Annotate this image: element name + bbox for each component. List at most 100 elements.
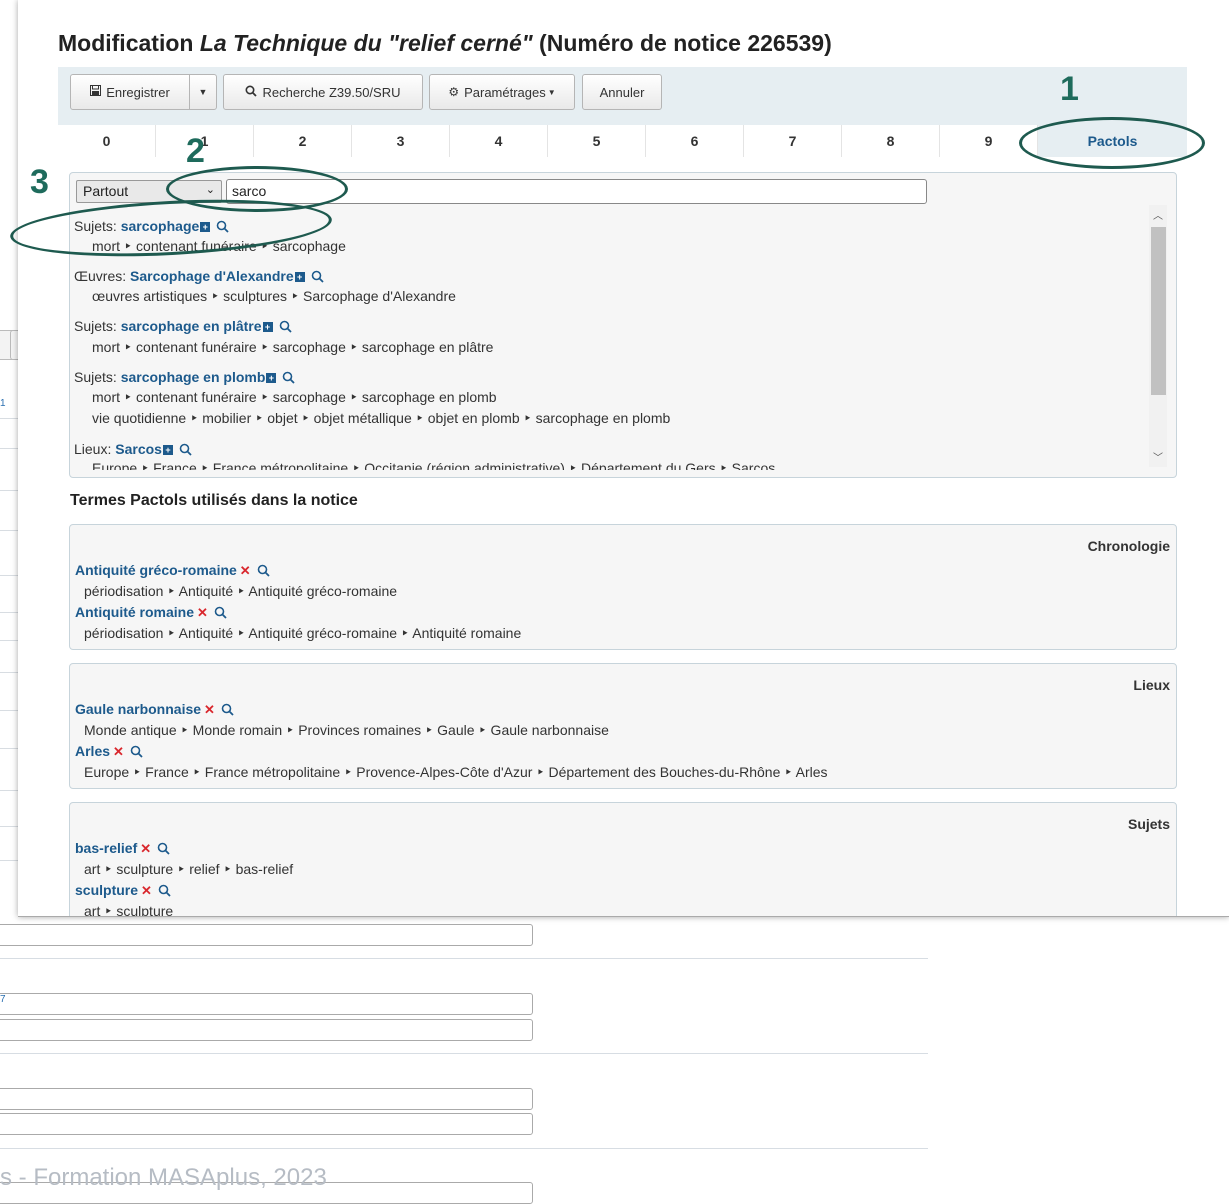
scroll-thumb[interactable] — [1151, 227, 1166, 395]
group-chronologie: Chronologie Antiquité gréco-romaine ✕ pér… — [69, 524, 1177, 650]
result-path: œuvres artistiques ‣ sculptures ‣ Sarcop… — [92, 288, 456, 304]
save-dropdown-toggle[interactable]: ▼ — [189, 74, 217, 110]
search-icon[interactable] — [158, 882, 171, 902]
result-term[interactable]: sarcophage en plâtre — [121, 318, 262, 334]
settings-label: Paramétrages — [464, 84, 546, 100]
title-suffix: (Numéro de notice 226539) — [532, 30, 832, 56]
result-item[interactable]: Sujets: sarcophage en plomb + — [74, 367, 296, 389]
caret-down-icon: ▼ — [198, 87, 208, 97]
search-icon[interactable] — [282, 369, 296, 389]
remove-icon[interactable]: ✕ — [197, 605, 208, 620]
annotation-number-1: 1 — [1060, 70, 1079, 108]
background-tab-fragment[interactable]: 1 — [0, 398, 6, 409]
tab-3[interactable]: 3 — [352, 125, 450, 157]
used-term[interactable]: Arles ✕ — [75, 741, 143, 763]
used-term[interactable]: sculpture ✕ — [75, 880, 171, 902]
group-label: Lieux — [1133, 677, 1170, 693]
result-path: Europe ‣ France ‣ France métropolitaine … — [92, 460, 776, 470]
remove-icon[interactable]: ✕ — [141, 883, 152, 898]
background-divider — [0, 748, 18, 749]
caret-down-icon: ▼ — [547, 87, 556, 97]
search-icon[interactable] — [221, 701, 234, 721]
add-icon[interactable]: + — [262, 322, 273, 332]
background-mark: 7 — [0, 994, 6, 1005]
used-term-label[interactable]: Gaule narbonnaise — [75, 701, 201, 717]
tab-8[interactable]: 8 — [842, 125, 940, 157]
used-term-path: Monde antique ‣ Monde romain ‣ Provinces… — [84, 722, 609, 738]
results-scrollbar[interactable]: ︿ ﹀ — [1149, 205, 1167, 467]
toolbar: Enregistrer ▼ Recherche Z39.50/SRU ⚙ Par… — [58, 67, 1187, 125]
remove-icon[interactable]: ✕ — [140, 841, 151, 856]
search-icon[interactable] — [214, 604, 227, 624]
field-tabs: 0 1 2 3 4 5 6 7 8 9 Pactols — [58, 125, 1187, 157]
page-title: Modification La Technique du "relief cer… — [58, 30, 832, 57]
remove-icon[interactable]: ✕ — [113, 744, 124, 759]
result-path: mort ‣ contenant funéraire ‣ sarcophage … — [92, 339, 494, 355]
cancel-label: Annuler — [599, 84, 645, 100]
floppy-icon — [90, 85, 102, 99]
background-input[interactable] — [0, 1088, 533, 1110]
tab-6[interactable]: 6 — [646, 125, 744, 157]
background-input[interactable] — [0, 1019, 533, 1041]
add-icon[interactable]: + — [294, 272, 305, 282]
background-divider — [0, 640, 18, 641]
result-item[interactable]: Sujets: sarcophage en plâtre + — [74, 316, 292, 338]
search-icon[interactable] — [130, 743, 143, 763]
save-button[interactable]: Enregistrer — [70, 74, 190, 110]
result-category: Sujets: — [74, 318, 117, 334]
title-prefix: Modification — [58, 30, 200, 56]
add-icon[interactable]: + — [266, 373, 277, 383]
tab-1[interactable]: 1 — [156, 125, 254, 157]
background-divider — [0, 418, 18, 419]
autocomplete-results: Sujets: sarcophage + mort ‣ contenant fun… — [70, 212, 1150, 470]
group-sujets: Sujets bas-relief ✕ art ‣ sculpture ‣ rel… — [69, 802, 1177, 916]
save-label: Enregistrer — [106, 84, 170, 100]
background-divider — [0, 826, 18, 827]
result-term[interactable]: sarcophage en plomb — [121, 369, 266, 385]
search-icon[interactable] — [279, 318, 292, 338]
search-icon[interactable] — [257, 562, 270, 582]
background-input[interactable] — [0, 924, 533, 946]
tab-0[interactable]: 0 — [58, 125, 156, 157]
background-separator — [0, 1053, 928, 1054]
settings-button[interactable]: ⚙ Paramétrages ▼ — [429, 74, 575, 110]
used-term[interactable]: Gaule narbonnaise ✕ — [75, 699, 234, 721]
used-term-label[interactable]: Antiquité romaine — [75, 604, 194, 620]
background-input[interactable] — [0, 993, 533, 1015]
tab-4[interactable]: 4 — [450, 125, 548, 157]
tab-2[interactable]: 2 — [254, 125, 352, 157]
z3950-search-button[interactable]: Recherche Z39.50/SRU — [223, 74, 423, 110]
result-item[interactable]: Œuvres: Sarcophage d'Alexandre + — [74, 266, 324, 288]
used-term-label[interactable]: sculpture — [75, 882, 138, 898]
tab-7[interactable]: 7 — [744, 125, 842, 157]
scope-select-value: Partout — [83, 183, 129, 199]
magnifier-icon — [245, 84, 258, 100]
scroll-down-icon[interactable]: ﹀ — [1153, 449, 1163, 464]
result-path: vie quotidienne ‣ mobilier ‣ objet ‣ obj… — [92, 410, 671, 426]
used-term-label[interactable]: bas-relief — [75, 840, 137, 856]
annotation-number-3: 3 — [30, 163, 49, 201]
used-term[interactable]: Antiquité romaine ✕ — [75, 602, 227, 624]
cancel-button[interactable]: Annuler — [582, 74, 662, 110]
used-term-label[interactable]: Antiquité gréco-romaine — [75, 562, 237, 578]
scroll-up-icon[interactable]: ︿ — [1153, 207, 1163, 222]
group-label: Chronologie — [1087, 538, 1170, 554]
remove-icon[interactable]: ✕ — [204, 702, 215, 717]
annotation-ring-pactols-tab — [1019, 117, 1205, 169]
background-input[interactable] — [0, 1113, 533, 1135]
result-term[interactable]: Sarcos — [115, 441, 162, 457]
add-icon[interactable]: + — [162, 445, 173, 455]
background-divider — [0, 530, 18, 531]
tab-5[interactable]: 5 — [548, 125, 646, 157]
search-icon[interactable] — [157, 840, 170, 860]
result-term[interactable]: Sarcophage d'Alexandre — [130, 268, 294, 284]
background-divider — [0, 790, 18, 791]
remove-icon[interactable]: ✕ — [240, 563, 251, 578]
search-icon[interactable] — [311, 268, 324, 288]
used-term[interactable]: Antiquité gréco-romaine ✕ — [75, 560, 270, 582]
group-label: Sujets — [1127, 816, 1170, 832]
used-term[interactable]: bas-relief ✕ — [75, 838, 170, 860]
used-term-label[interactable]: Arles — [75, 743, 110, 759]
result-category: Œuvres: — [74, 268, 127, 284]
background-divider — [0, 612, 18, 613]
